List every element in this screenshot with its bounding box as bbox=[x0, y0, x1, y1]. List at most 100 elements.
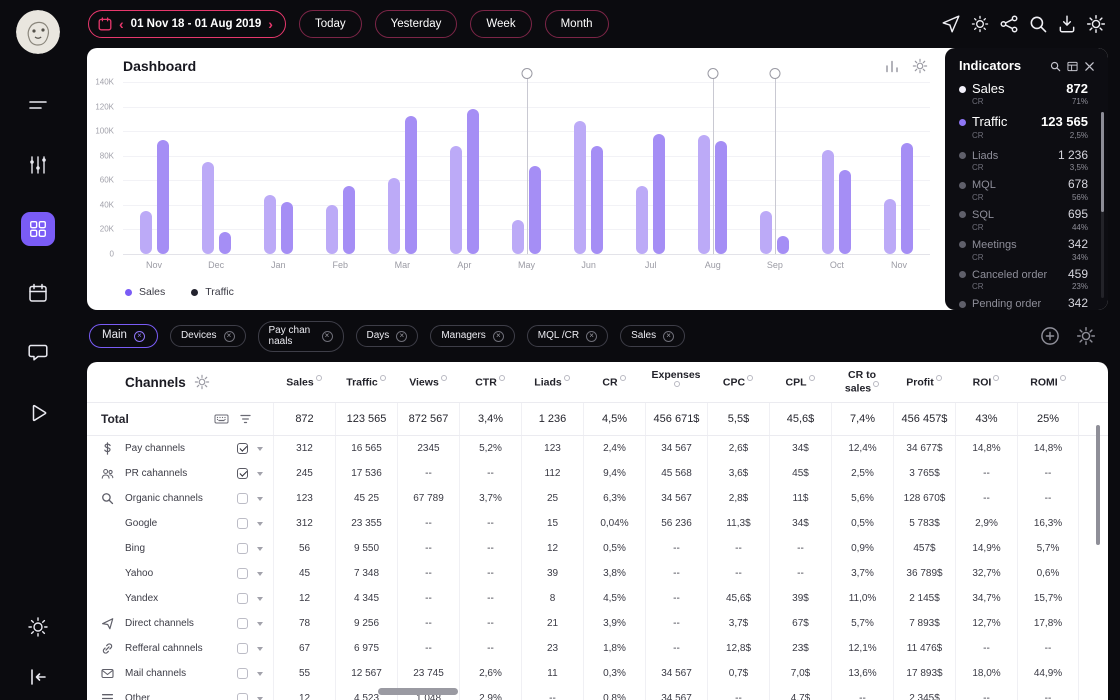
legend-item[interactable]: Sales bbox=[125, 286, 165, 298]
filter-chip[interactable]: Devices× bbox=[170, 325, 246, 347]
row-checkbox[interactable] bbox=[237, 543, 248, 554]
settings-gear-icon[interactable] bbox=[1086, 14, 1106, 34]
theme-sun-icon[interactable] bbox=[25, 614, 51, 640]
column-header[interactable]: Expenses bbox=[645, 369, 707, 395]
next-range-icon[interactable]: › bbox=[268, 17, 273, 31]
row-checkbox[interactable] bbox=[237, 693, 248, 700]
chip-main[interactable]: Main × bbox=[89, 324, 158, 347]
range-button-yesterday[interactable]: Yesterday bbox=[375, 10, 458, 38]
indicator-item[interactable]: Liads1 236CR3,5% bbox=[959, 148, 1095, 174]
indicator-item[interactable]: Traffic123 565CR2,5% bbox=[959, 114, 1095, 140]
column-header[interactable]: CR to sales bbox=[831, 369, 893, 395]
legend-item[interactable]: Traffic bbox=[191, 286, 234, 298]
app-logo[interactable] bbox=[16, 10, 60, 54]
column-header[interactable]: ROI bbox=[955, 375, 1017, 389]
table-row[interactable]: Bing569 550----120,5%------0,9%457$14,9%… bbox=[87, 536, 1108, 561]
indicators-scroll-thumb[interactable] bbox=[1101, 112, 1104, 212]
table-row[interactable]: Yandex124 345----84,5%--45,6$39$11,0%2 1… bbox=[87, 586, 1108, 611]
annotation-marker[interactable] bbox=[707, 68, 718, 79]
filter-icon[interactable] bbox=[238, 413, 253, 425]
annotation-marker[interactable] bbox=[521, 68, 532, 79]
filter-chip[interactable]: Pay channaals× bbox=[258, 321, 344, 352]
remove-chip-icon[interactable]: × bbox=[663, 331, 674, 342]
remove-chip-icon[interactable]: × bbox=[224, 331, 235, 342]
row-checkbox[interactable] bbox=[237, 443, 248, 454]
column-header[interactable]: CPL bbox=[769, 375, 831, 389]
table-row[interactable]: Other124 5231 0482,9%--0,8%34 567--4,7$-… bbox=[87, 686, 1108, 700]
table-row[interactable]: Refferal cahnnels676 975----231,8%--12,8… bbox=[87, 636, 1108, 661]
indicator-item[interactable]: Canceled order459CR23% bbox=[959, 267, 1095, 293]
filter-chip[interactable]: MQL /CR× bbox=[527, 325, 608, 347]
filters-settings-icon[interactable] bbox=[1076, 326, 1096, 346]
filter-chip[interactable]: Managers× bbox=[430, 325, 514, 347]
integrations-icon[interactable] bbox=[970, 14, 990, 34]
date-range-picker[interactable]: ‹ 01 Nov 18 - 01 Aug 2019 › bbox=[88, 10, 286, 38]
indicators-scrollbar[interactable] bbox=[1101, 112, 1104, 298]
column-header[interactable]: Liads bbox=[521, 375, 583, 389]
collapse-sidebar-icon[interactable] bbox=[25, 664, 51, 690]
chevron-down-icon[interactable] bbox=[257, 647, 263, 651]
indicator-item[interactable]: SQL695CR44% bbox=[959, 207, 1095, 233]
column-header[interactable]: Views bbox=[397, 375, 459, 389]
column-header[interactable]: CTR bbox=[459, 375, 521, 389]
messages-icon[interactable] bbox=[25, 340, 51, 366]
keyboard-icon[interactable] bbox=[214, 413, 229, 425]
prev-range-icon[interactable]: ‹ bbox=[119, 17, 124, 31]
annotation-marker[interactable] bbox=[769, 68, 780, 79]
indicator-item[interactable]: Pending order342 bbox=[959, 296, 1095, 310]
add-filter-icon[interactable] bbox=[1040, 326, 1060, 346]
remove-chip-icon[interactable]: × bbox=[586, 331, 597, 342]
column-header[interactable]: CR bbox=[583, 375, 645, 389]
indicators-table-icon[interactable] bbox=[1067, 60, 1078, 71]
table-settings-icon[interactable] bbox=[194, 374, 210, 390]
chevron-down-icon[interactable] bbox=[257, 497, 263, 501]
chart-type-icon[interactable] bbox=[884, 58, 900, 74]
column-header[interactable]: Sales bbox=[273, 375, 335, 389]
indicator-item[interactable]: Meetings342CR34% bbox=[959, 237, 1095, 263]
send-icon[interactable] bbox=[941, 14, 961, 34]
table-row[interactable]: Mail channels5512 56723 7452,6%110,3%34 … bbox=[87, 661, 1108, 686]
column-header[interactable]: Traffic bbox=[335, 375, 397, 389]
dashboard-icon[interactable] bbox=[21, 212, 55, 246]
chevron-down-icon[interactable] bbox=[257, 697, 263, 700]
indicator-item[interactable]: Sales872CR71% bbox=[959, 81, 1095, 107]
row-checkbox[interactable] bbox=[237, 468, 248, 479]
row-checkbox[interactable] bbox=[237, 668, 248, 679]
indicator-item[interactable]: MQL678CR56% bbox=[959, 177, 1095, 203]
search-icon[interactable] bbox=[1028, 14, 1048, 34]
table-row[interactable]: Google31223 355----150,04%56 23611,3$34$… bbox=[87, 511, 1108, 536]
table-vertical-scroll-thumb[interactable] bbox=[1096, 425, 1100, 545]
table-row[interactable]: Yahoo457 348----393,8%------3,7%36 789$3… bbox=[87, 561, 1108, 586]
chevron-down-icon[interactable] bbox=[257, 522, 263, 526]
chevron-down-icon[interactable] bbox=[257, 472, 263, 476]
indicators-close-icon[interactable] bbox=[1084, 60, 1095, 71]
share-icon[interactable] bbox=[999, 14, 1019, 34]
filter-chip[interactable]: Sales× bbox=[620, 325, 685, 347]
chevron-down-icon[interactable] bbox=[257, 447, 263, 451]
table-vertical-scrollbar[interactable] bbox=[1096, 425, 1100, 665]
download-icon[interactable] bbox=[1057, 14, 1077, 34]
range-button-today[interactable]: Today bbox=[299, 10, 362, 38]
column-header[interactable]: ROMI bbox=[1017, 375, 1079, 389]
table-row[interactable]: PR cahannels24517 536----1129,4%45 5683,… bbox=[87, 461, 1108, 486]
range-button-week[interactable]: Week bbox=[470, 10, 531, 38]
indicators-search-icon[interactable] bbox=[1050, 60, 1061, 71]
menu-icon[interactable] bbox=[25, 92, 51, 118]
table-row[interactable]: Organic channels12345 2567 7893,7%256,3%… bbox=[87, 486, 1108, 511]
row-checkbox[interactable] bbox=[237, 593, 248, 604]
column-header[interactable]: Profit bbox=[893, 375, 955, 389]
chevron-down-icon[interactable] bbox=[257, 597, 263, 601]
row-checkbox[interactable] bbox=[237, 518, 248, 529]
table-row[interactable]: Pay channels31216 56523455,2%1232,4%34 5… bbox=[87, 436, 1108, 461]
remove-chip-icon[interactable]: × bbox=[134, 331, 145, 342]
row-checkbox[interactable] bbox=[237, 493, 248, 504]
chevron-down-icon[interactable] bbox=[257, 572, 263, 576]
table-horizontal-scroll-thumb[interactable] bbox=[378, 688, 458, 695]
chevron-down-icon[interactable] bbox=[257, 547, 263, 551]
chevron-down-icon[interactable] bbox=[257, 672, 263, 676]
remove-chip-icon[interactable]: × bbox=[493, 331, 504, 342]
calendar-icon[interactable] bbox=[25, 280, 51, 306]
remove-chip-icon[interactable]: × bbox=[322, 331, 333, 342]
column-header[interactable]: CPC bbox=[707, 375, 769, 389]
range-button-month[interactable]: Month bbox=[545, 10, 609, 38]
